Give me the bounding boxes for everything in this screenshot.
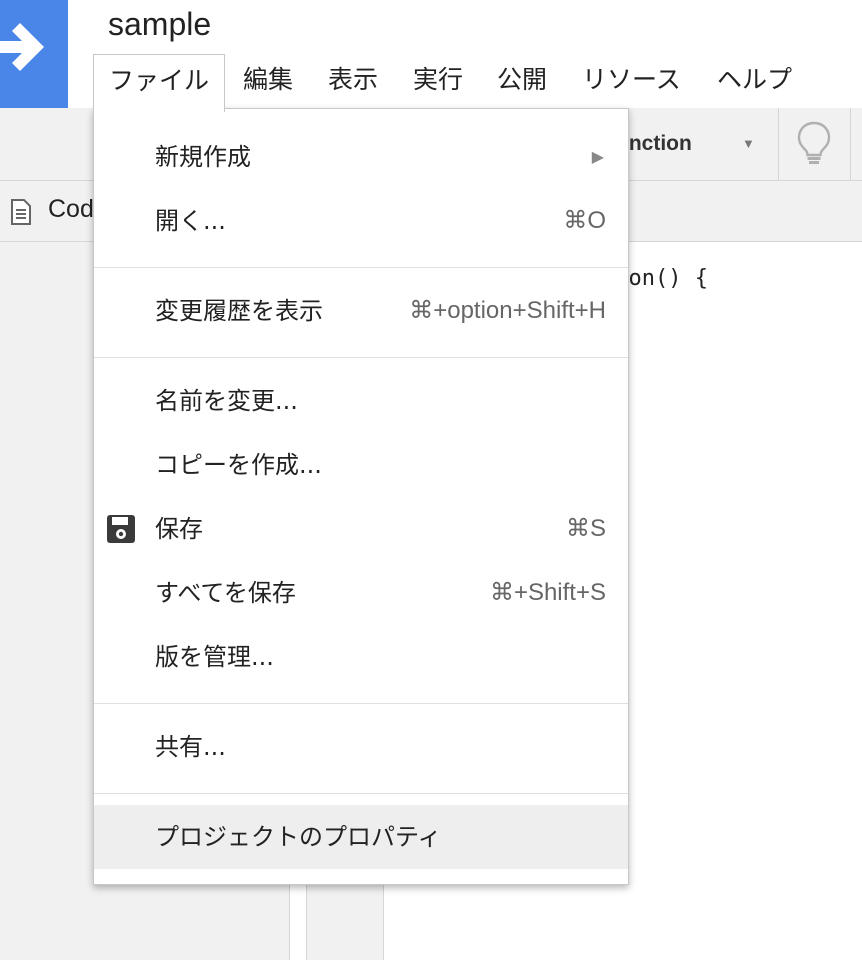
chevron-down-icon: ▼: [742, 136, 755, 151]
arrow-right-icon: [0, 23, 44, 71]
toolbar-divider: [850, 108, 851, 180]
menu-item-project-properties[interactable]: プロジェクトのプロパティ: [94, 805, 628, 869]
menu-run[interactable]: 実行: [398, 54, 478, 108]
menu-edit[interactable]: 編集: [228, 54, 308, 108]
menu-item-save[interactable]: 保存 ⌘S: [94, 497, 628, 561]
app-logo[interactable]: [0, 0, 68, 108]
menu-item-label: プロジェクトのプロパティ: [155, 823, 442, 851]
menu-view[interactable]: 表示: [313, 54, 393, 108]
menu-item-share[interactable]: 共有...: [94, 715, 628, 779]
menu-item-label: 保存: [155, 515, 203, 543]
menu-item-shortcut: ⌘O: [563, 207, 606, 234]
menu-item-shortcut: ⌘+option+Shift+H: [409, 297, 606, 324]
menu-item-manage-versions[interactable]: 版を管理...: [94, 625, 628, 689]
menu-divider: [94, 703, 628, 704]
menu-resources[interactable]: リソース: [567, 54, 696, 108]
menu-item-shortcut: ⌘+Shift+S: [489, 579, 606, 606]
menu-help[interactable]: ヘルプ: [702, 54, 807, 108]
menu-item-shortcut: ⌘S: [565, 515, 606, 542]
submenu-arrow-icon: ▶: [591, 147, 604, 166]
menu-item-label: 新規作成: [155, 143, 251, 171]
project-title[interactable]: sample: [108, 6, 211, 43]
file-tab-label: Cod: [48, 195, 94, 223]
floppy-disk-icon: [107, 515, 135, 543]
document-icon: [11, 199, 31, 225]
menu-item-label: 名前を変更...: [155, 387, 298, 415]
toolbar-divider: [778, 108, 779, 180]
menu-item-label: 変更履歴を表示: [155, 297, 323, 325]
menu-item-revision-history[interactable]: 変更履歴を表示 ⌘+option+Shift+H: [94, 279, 628, 343]
menu-divider: [94, 357, 628, 358]
menu-publish[interactable]: 公開: [482, 54, 562, 108]
menu-item-label: すべてを保存: [155, 579, 296, 607]
menu-item-rename[interactable]: 名前を変更...: [94, 369, 628, 433]
menu-file[interactable]: ファイル: [93, 54, 226, 112]
lightbulb-icon[interactable]: [796, 120, 832, 166]
menu-item-save-all[interactable]: すべてを保存 ⌘+Shift+S: [94, 561, 628, 625]
menu-item-new[interactable]: 新規作成 ▶: [94, 125, 628, 189]
menu-divider: [94, 793, 628, 794]
menu-item-make-copy[interactable]: コピーを作成...: [94, 433, 628, 497]
menu-item-label: コピーを作成...: [155, 451, 322, 479]
menu-item-label: 共有...: [155, 733, 226, 761]
menu-item-label: 開く...: [155, 207, 226, 235]
menu-item-label: 版を管理...: [155, 643, 274, 671]
menu-divider: [94, 267, 628, 268]
menu-item-open[interactable]: 開く... ⌘O: [94, 189, 628, 253]
file-menu-dropdown: 新規作成 ▶ 開く... ⌘O 変更履歴を表示 ⌘+option+Shift+H…: [93, 108, 629, 885]
